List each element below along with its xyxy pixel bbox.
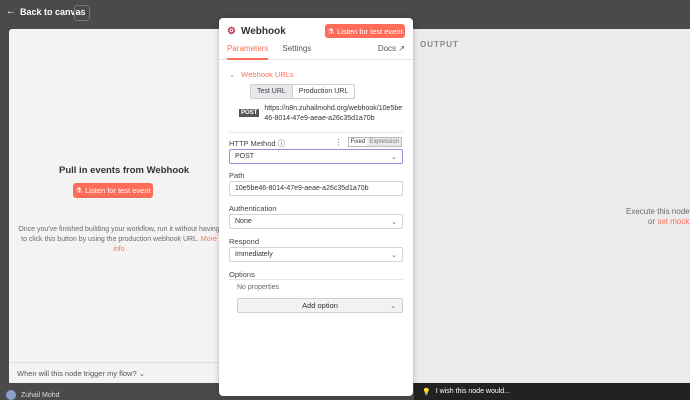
or-text: or <box>648 217 656 226</box>
chevron-down-icon: ⌄ <box>390 302 396 310</box>
add-option-button[interactable]: Add option ⌄ <box>237 298 403 313</box>
chevron-down-icon: ⌄ <box>391 218 397 226</box>
method-badge: POST <box>239 109 260 117</box>
more-options-icon[interactable]: ⋮ <box>335 138 343 147</box>
listen-test-event-button-input[interactable]: ⚗ Listen for test event <box>73 183 153 198</box>
chevron-down-icon: ⌄ <box>391 251 397 259</box>
flask-icon: ⚗ <box>75 186 83 195</box>
user-name: Zuhail Mohd <box>21 391 60 399</box>
production-url-help: Once you've finished building your workf… <box>16 225 222 255</box>
node-title: ⚙ Webhook <box>227 26 286 37</box>
trigger-question-toggle[interactable]: When will this node trigger my flow? ⌄ <box>9 362 235 383</box>
flask-icon: ⚗ <box>327 26 335 36</box>
listen-test-event-button[interactable]: ⚗ Listen for test event <box>325 24 405 38</box>
docs-label: Docs <box>377 44 397 53</box>
node-details-modal: ⚙ Webhook ⚗ Listen for test event Parame… <box>219 18 413 396</box>
tab-settings[interactable]: Settings <box>282 44 311 60</box>
execute-node-hint: Execute this node t or set mock <box>626 207 690 227</box>
divider <box>229 132 403 133</box>
path-label: Path <box>229 171 245 180</box>
path-input[interactable]: 10e5be46-8014-47e9-aeae-a26c35d1a70b <box>229 181 403 196</box>
respond-select[interactable]: Immediately ⌄ <box>229 247 403 262</box>
output-panel-title: OUTPUT <box>420 40 459 49</box>
chevron-down-icon: ⌄ <box>138 369 146 378</box>
authentication-label: Authentication <box>229 204 277 213</box>
node-title-text[interactable]: Webhook <box>241 26 286 37</box>
listen-button-label: Listen for test event <box>85 186 151 195</box>
help-text: Once you've finished building your workf… <box>18 226 220 243</box>
add-node-button[interactable]: + <box>74 5 90 21</box>
help-circle-icon: ⓘ <box>277 139 286 148</box>
respond-value: Immediately <box>235 251 273 258</box>
execute-hint-text: Execute this node t <box>626 207 690 216</box>
add-option-label: Add option <box>302 301 338 310</box>
webhook-icon: ⚙ <box>227 26 236 37</box>
lightbulb-icon: 💡 <box>422 388 431 396</box>
arrow-left-icon: ← <box>6 6 16 17</box>
authentication-select[interactable]: None ⌄ <box>229 214 403 229</box>
webhook-url[interactable]: https://n8n.zuhailmohd.org/webhook/10e5b… <box>264 104 402 124</box>
http-method-label: HTTP Method ⓘ <box>229 138 285 149</box>
no-properties-text: No properties <box>237 284 280 291</box>
divider <box>229 279 403 280</box>
user-profile[interactable]: Zuhail Mohd <box>6 390 60 400</box>
external-link-icon: ↗ <box>398 44 405 53</box>
http-method-value: POST <box>235 153 255 160</box>
fixed-expression-toggle: ⋮ Fixed Expression <box>335 137 402 147</box>
path-value: 10e5be46-8014-47e9-aeae-a26c35d1a70b <box>235 185 369 192</box>
input-panel-title: Pull in events from Webhook <box>59 165 190 176</box>
expression-option[interactable]: Expression <box>367 138 401 146</box>
chevron-down-icon: ⌄ <box>391 153 397 161</box>
listen-button-label: Listen for test event <box>337 26 403 36</box>
tab-parameters[interactable]: Parameters <box>227 44 269 60</box>
options-label: Options <box>229 270 255 279</box>
trigger-question-label: When will this node trigger my flow? <box>17 369 137 378</box>
node-tabs: Parameters Settings Docs ↗ <box>227 44 405 60</box>
production-url-option[interactable]: Production URL <box>292 84 356 99</box>
output-panel <box>404 29 690 383</box>
url-type-toggle: Test URL Production URL <box>250 84 403 99</box>
feedback-bar[interactable]: 💡 I wish this node would... <box>414 383 690 400</box>
test-url-option[interactable]: Test URL <box>250 84 293 99</box>
webhook-url-row: POST https://n8n.zuhailmohd.org/webhook/… <box>239 104 403 124</box>
input-panel <box>9 29 235 383</box>
webhook-urls-toggle[interactable]: ⌄ Webhook URLs <box>229 70 403 79</box>
feedback-label: I wish this node would... <box>435 388 511 395</box>
http-method-text: HTTP Method <box>229 139 276 148</box>
modal-header: ⚙ Webhook ⚗ Listen for test event Parame… <box>219 18 413 60</box>
http-method-select[interactable]: POST ⌄ <box>229 149 403 164</box>
tab-docs[interactable]: Docs ↗ <box>378 44 405 60</box>
respond-label: Respond <box>229 237 260 246</box>
authentication-value: None <box>235 218 252 225</box>
set-mock-link[interactable]: set mock <box>657 217 689 226</box>
fixed-option[interactable]: Fixed <box>348 138 368 146</box>
avatar <box>6 390 16 400</box>
chevron-down-icon: ⌄ <box>229 70 236 79</box>
webhook-urls-label: Webhook URLs <box>241 70 294 79</box>
